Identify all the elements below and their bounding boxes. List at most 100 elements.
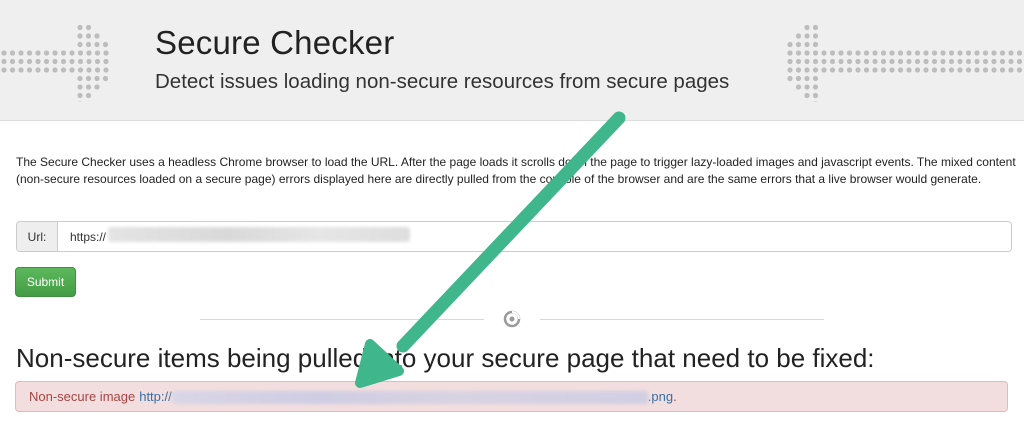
decor-dot: [787, 50, 793, 56]
decor-dot: [923, 67, 929, 73]
decor-dot: [77, 67, 84, 73]
decor-dot: [948, 58, 955, 65]
divider-line-right: [540, 319, 824, 320]
decor-dot: [85, 24, 92, 31]
decor-dot: [9, 50, 16, 56]
decor-dot: [821, 67, 827, 73]
decor-dot: [804, 84, 810, 90]
decor-dot: [1016, 58, 1023, 65]
decor-dot: [9, 67, 16, 73]
decor-dot: [889, 50, 895, 56]
decor-dot: [77, 58, 84, 65]
decor-dot: [78, 101, 82, 102]
decor-dot: [863, 58, 870, 65]
decor-dot: [94, 41, 100, 48]
decor-dot: [94, 75, 100, 82]
dotted-arrow-decoration-left: [1, 24, 109, 102]
decor-dot: [1, 67, 7, 73]
page-subtitle: Detect issues loading non-secure resourc…: [155, 70, 730, 93]
decor-dot: [812, 41, 819, 48]
decor-dot: [931, 50, 938, 56]
decor-dot: [787, 41, 793, 48]
decor-dot: [880, 67, 887, 73]
decor-dot: [812, 84, 819, 90]
decor-dot: [999, 58, 1006, 65]
decor-dot: [804, 50, 810, 56]
decor-dot: [52, 67, 58, 73]
alert-suffix: .: [673, 389, 677, 404]
decor-dot: [923, 50, 929, 56]
decor-dot: [86, 58, 92, 65]
decor-dot: [838, 67, 844, 73]
decor-dot: [43, 67, 50, 73]
decor-dot: [804, 58, 810, 65]
decor-dot: [26, 67, 33, 73]
decor-dot: [69, 50, 75, 56]
decor-dot: [897, 67, 904, 73]
decor-dot: [94, 33, 100, 39]
decor-dot: [880, 58, 887, 65]
decor-dot: [77, 33, 83, 39]
decor-dot: [940, 58, 946, 65]
decor-dot: [999, 67, 1006, 73]
decor-dot: [77, 24, 83, 31]
decor-dot: [948, 67, 955, 73]
decor-dot: [787, 75, 793, 82]
decor-dot: [974, 50, 980, 56]
decor-dot: [35, 67, 41, 73]
decor-dot: [787, 67, 793, 73]
decor-dot: [855, 58, 861, 65]
decor-dot: [897, 50, 904, 56]
decor-dot: [812, 58, 819, 65]
decor-dot: [914, 58, 921, 65]
link-redaction-blur: [171, 391, 648, 405]
decor-dot: [60, 67, 67, 73]
decor-dot: [795, 67, 802, 73]
decor-dot: [795, 58, 802, 65]
decor-dot: [991, 67, 997, 73]
page-title: Secure Checker: [155, 24, 395, 61]
decor-dot: [948, 50, 955, 56]
tool-description: The Secure Checker uses a headless Chrom…: [16, 155, 1016, 186]
decor-dot: [103, 58, 109, 65]
decor-dot: [795, 41, 802, 48]
decor-dot: [77, 50, 84, 56]
decor-dot: [863, 67, 870, 73]
decor-dot: [897, 58, 904, 65]
url-redaction-blur: [108, 227, 410, 242]
decor-dot: [787, 58, 793, 65]
decor-dot: [846, 58, 853, 65]
decor-dot: [18, 67, 24, 73]
non-secure-resource-link[interactable]: http:// .png: [139, 389, 673, 405]
decor-dot: [821, 58, 827, 65]
submit-button[interactable]: Submit: [15, 267, 76, 297]
decor-dot: [991, 50, 997, 56]
decor-dot: [889, 67, 895, 73]
decor-dot: [812, 92, 819, 99]
decor-dot: [914, 50, 921, 56]
decor-dot: [965, 58, 972, 65]
decor-dot: [940, 50, 946, 56]
decor-dot: [829, 67, 836, 73]
decor-dot: [43, 50, 50, 56]
decor-dot: [85, 92, 92, 99]
decor-dot: [812, 24, 819, 31]
decor-dot: [94, 50, 101, 56]
decor-dot: [812, 50, 819, 56]
decor-dot: [94, 84, 100, 90]
decor-dot: [982, 50, 989, 56]
decor-dot: [86, 67, 92, 73]
decor-dot: [863, 50, 870, 56]
decor-dot: [812, 75, 819, 82]
decor-dot: [965, 50, 972, 56]
decor-dot: [1008, 67, 1014, 73]
decor-dot: [838, 58, 844, 65]
decor-dot: [872, 50, 878, 56]
decor-dot: [804, 41, 810, 48]
decor-dot: [86, 50, 92, 56]
decor-dot: [923, 58, 929, 65]
decor-dot: [982, 67, 989, 73]
decor-dot: [77, 41, 83, 48]
decor-dot: [69, 67, 75, 73]
decor-dot: [26, 50, 33, 56]
